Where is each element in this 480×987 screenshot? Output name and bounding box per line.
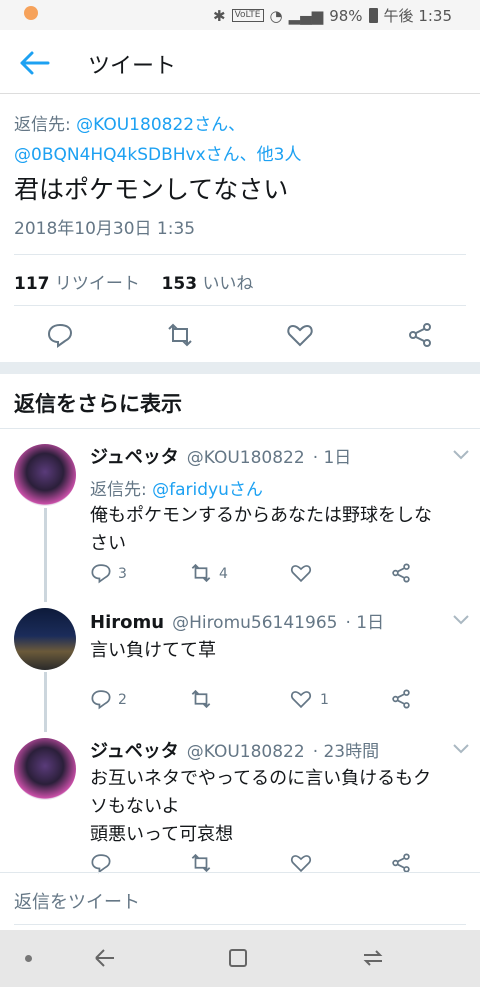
reply-item[interactable]: ジュペッタ @KOU180822 · 23時間 お互いネタでやってるのに言い負け…	[90, 737, 470, 849]
like-icon[interactable]	[286, 321, 314, 349]
avatar[interactable]	[14, 608, 76, 670]
reply-text-line: 俺もポケモンするからあなたは野球をしな	[90, 505, 432, 526]
reply-text-line: お互いネタでやってるのに言い負けるもク	[90, 768, 432, 789]
divider	[14, 305, 466, 306]
recent-apps-icon[interactable]	[360, 946, 386, 970]
retweet-icon[interactable]	[190, 688, 212, 710]
chevron-down-icon[interactable]	[452, 614, 470, 626]
tweet-date: 2018年10月30日 1:35	[14, 219, 196, 239]
chevron-down-icon[interactable]	[452, 743, 470, 755]
reply-time: · 23時間	[312, 742, 380, 762]
tweet-text: 君はポケモンしてなさい	[14, 175, 289, 204]
reply-author-handle: @KOU180822	[186, 742, 305, 762]
like-icon[interactable]	[290, 852, 312, 874]
signal-icon: ▂▄▆	[288, 6, 324, 25]
like-icon[interactable]	[290, 688, 312, 710]
reply-prefix: 返信先:	[90, 480, 147, 500]
back-arrow-icon[interactable]	[18, 48, 54, 78]
thread-line	[44, 508, 47, 602]
retweet-icon[interactable]	[190, 852, 212, 874]
reply-to-link[interactable]: @faridyuさん	[152, 480, 263, 500]
avatar[interactable]	[14, 738, 76, 800]
reply-author-handle: @KOU180822	[186, 448, 305, 468]
reply-text-line: 頭悪いって可哀想	[90, 824, 234, 845]
reply-time: · 1日	[312, 448, 352, 468]
retweet-icon[interactable]	[190, 562, 212, 584]
battery-icon	[368, 8, 378, 23]
section-separator	[0, 362, 480, 374]
app-header: ツイート	[0, 30, 480, 94]
reply-icon[interactable]	[90, 688, 112, 710]
reply-prefix: 返信先:	[14, 115, 71, 135]
divider	[0, 872, 480, 873]
reply-text-line: さい	[90, 533, 126, 554]
like-count[interactable]: 153	[162, 274, 198, 294]
reply-text-line: ソもないよ	[90, 796, 180, 817]
volte-label: VoLTE	[231, 9, 264, 22]
tweet-stats: 117 リツイート 153 いいね	[14, 269, 253, 294]
reply-author-name: ジュペッタ	[90, 447, 179, 468]
reply-icon[interactable]	[46, 321, 74, 349]
reply-time: · 1日	[345, 613, 385, 633]
retweet-label[interactable]: リツイート	[55, 274, 140, 294]
status-right: ✱ VoLTE ◔ ▂▄▆ 98% 午後 1:35	[213, 5, 452, 26]
more-replies-title[interactable]: 返信をさらに表示	[14, 388, 182, 418]
retweet-icon[interactable]	[166, 321, 194, 349]
reply-author-handle: @Hiromu56141965	[172, 613, 338, 633]
wifi-icon: ◔	[269, 6, 283, 25]
tweet-actions	[0, 315, 480, 355]
retweet-count: 4	[219, 566, 228, 582]
reply-author-name: ジュペッタ	[90, 741, 179, 762]
battery-percent: 98%	[329, 6, 363, 25]
back-icon[interactable]	[92, 946, 118, 970]
clock: 午後 1:35	[383, 7, 452, 25]
thread-line	[44, 672, 47, 732]
reply-users-link[interactable]: @0BQN4HQ4kSDBHvxさん、他3人	[14, 140, 474, 170]
avatar[interactable]	[14, 444, 76, 506]
notification-icon	[24, 6, 38, 20]
reply-icon[interactable]	[90, 852, 112, 874]
reply-count: 3	[118, 566, 127, 582]
share-icon[interactable]	[390, 852, 412, 874]
share-icon[interactable]	[390, 688, 412, 710]
reply-user-link[interactable]: @KOU180822さん、	[76, 115, 245, 135]
divider	[14, 924, 466, 925]
reply-to-info: 返信先: @KOU180822さん、 @0BQN4HQ4kSDBHvxさん、他3…	[14, 110, 474, 170]
bluetooth-icon: ✱	[212, 6, 226, 25]
page-title: ツイート	[88, 54, 177, 79]
share-icon[interactable]	[390, 562, 412, 584]
reply-text-line: 言い負けてて草	[90, 640, 216, 661]
reply-input[interactable]: 返信をツイート	[14, 888, 140, 914]
status-bar: ✱ VoLTE ◔ ▂▄▆ 98% 午後 1:35	[0, 0, 480, 30]
reply-item[interactable]: Hiromu @Hiromu56141965 · 1日 言い負けてて草	[90, 608, 470, 665]
divider	[0, 428, 480, 429]
retweet-count[interactable]: 117	[14, 274, 50, 294]
like-label[interactable]: いいね	[202, 274, 253, 294]
like-count: 1	[320, 692, 329, 708]
chevron-down-icon[interactable]	[452, 449, 470, 461]
reply-count: 2	[118, 692, 127, 708]
like-icon[interactable]	[290, 562, 312, 584]
home-icon[interactable]	[229, 949, 247, 967]
dot-icon[interactable]	[25, 955, 32, 962]
reply-item[interactable]: ジュペッタ @KOU180822 · 1日 返信先: @faridyuさん 俺も…	[90, 443, 470, 558]
reply-author-name: Hiromu	[90, 612, 165, 633]
reply-icon[interactable]	[90, 562, 112, 584]
navigation-bar	[0, 930, 480, 987]
divider	[14, 254, 466, 255]
share-icon[interactable]	[406, 321, 434, 349]
